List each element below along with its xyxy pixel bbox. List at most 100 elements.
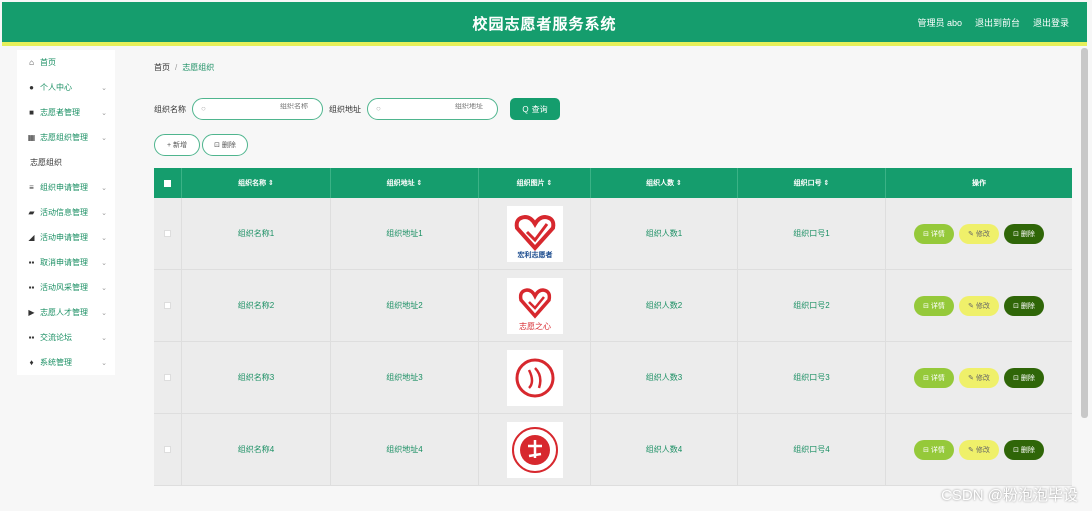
sidebar-item-system-mgmt[interactable]: ♦ 系统管理 ⌄ [17, 350, 115, 375]
sidebar-item-label: 取消申请管理 [40, 258, 88, 267]
app-title: 校园志愿者服务系统 [472, 15, 617, 33]
sidebar-item-label: 首页 [40, 58, 56, 67]
row-select-cell [154, 342, 182, 413]
sidebar-item-activity-info-mgmt[interactable]: ▰ 活动信息管理 ⌄ [17, 200, 115, 225]
logo-caption: 宏利志愿者 [517, 250, 552, 259]
sidebar-item-label: 交流论坛 [40, 333, 72, 342]
breadcrumb-home[interactable]: 首页 [154, 63, 170, 72]
edit-button[interactable]: ✎ 修改 [959, 439, 999, 460]
sidebar-item-talent-mgmt[interactable]: ▶ 志愿人才管理 ⌄ [17, 300, 115, 325]
query-button[interactable]: Q 查询 [510, 98, 560, 120]
bulk-delete-button[interactable]: ⊡ 删除 [202, 134, 248, 156]
sidebar-item-activity-apply-mgmt[interactable]: ◢ 活动申请管理 ⌄ [17, 225, 115, 250]
list-icon: ≡ [29, 183, 34, 192]
sidebar-subitem-volunteer-org[interactable]: 志愿组织 [17, 150, 115, 175]
cell-org-count: 组织人数1 [591, 198, 738, 269]
pin-icon: ♦ [29, 358, 34, 367]
user-icon: ● [29, 83, 34, 92]
cell-org-count: 组织人数3 [591, 342, 738, 413]
col-org-addr[interactable]: 组织地址 ⇕ [331, 168, 479, 198]
chevron-down-icon: ⌄ [101, 359, 107, 367]
sidebar-item-cancel-apply-mgmt[interactable]: ▪▪ 取消申请管理 ⌄ [17, 250, 115, 275]
logout-link[interactable]: 退出登录 [1033, 16, 1069, 29]
row-checkbox[interactable] [164, 446, 171, 453]
org-addr-input[interactable] [403, 103, 483, 110]
query-button-label: 查询 [531, 104, 548, 114]
delete-button[interactable]: ⊡ 删除 [1004, 439, 1044, 460]
cell-operations: ⊟ 详情 ✎ 修改 ⊡ 删除 [886, 270, 1072, 341]
col-org-image[interactable]: 组织图片 ⇕ [479, 168, 591, 198]
apps-icon: ▪▪ [28, 258, 35, 267]
detail-button[interactable]: ⊟ 详情 [914, 439, 954, 460]
sidebar-item-label: 活动风采管理 [40, 283, 88, 292]
chevron-down-icon: ⌄ [101, 184, 107, 192]
select-all-checkbox[interactable] [164, 179, 171, 187]
org-table: 组织名称 ⇕ 组织地址 ⇕ 组织图片 ⇕ 组织人数 ⇕ 组织口号 ⇕ 操作 组织… [154, 168, 1072, 486]
cell-operations: ⊟ 详情 ✎ 修改 ⊡ 删除 [886, 414, 1072, 485]
chevron-down-icon: ⌄ [101, 284, 107, 292]
col-org-count[interactable]: 组织人数 ⇕ [591, 168, 738, 198]
sidebar-item-label: 活动申请管理 [40, 233, 88, 242]
org-logo-image: 宏利志愿者 [506, 205, 563, 262]
hand-icon: ◢ [28, 233, 35, 242]
exit-to-front-link[interactable]: 退出到前台 [975, 16, 1020, 29]
cell-org-count: 组织人数2 [591, 270, 738, 341]
sidebar-item-forum[interactable]: ▪▪ 交流论坛 ⌄ [17, 325, 115, 350]
breadcrumb-current: 志愿组织 [182, 63, 215, 72]
add-button[interactable]: + 新增 [154, 134, 200, 156]
table-row: 组织名称2 组织地址2 志愿之心 组织人数2 组织口号2 ⊟ 详情 ✎ 修改 ⊡… [154, 270, 1072, 342]
breadcrumb: 首页 / 志愿组织 [154, 62, 214, 73]
sidebar-item-activity-style-mgmt[interactable]: ▪▪ 活动风采管理 ⌄ [17, 275, 115, 300]
row-checkbox[interactable] [164, 302, 171, 309]
home-icon: ⌂ [29, 58, 34, 67]
edit-button[interactable]: ✎ 修改 [959, 367, 999, 388]
table-actions: + 新增 ⊡ 删除 [154, 134, 248, 156]
delete-button[interactable]: ⊡ 删除 [1004, 223, 1044, 244]
header-accent-bar [2, 42, 1087, 46]
table-header: 组织名称 ⇕ 组织地址 ⇕ 组织图片 ⇕ 组织人数 ⇕ 组织口号 ⇕ 操作 [154, 168, 1072, 198]
cell-operations: ⊟ 详情 ✎ 修改 ⊡ 删除 [886, 198, 1072, 269]
delete-button[interactable]: ⊡ 删除 [1004, 367, 1044, 388]
org-name-label: 组织名称 [154, 104, 186, 114]
breadcrumb-separator: / [175, 63, 178, 72]
chevron-down-icon: ⌄ [101, 259, 107, 267]
sidebar-item-home[interactable]: ⌂ 首页 [17, 50, 115, 75]
col-org-slogan[interactable]: 组织口号 ⇕ [738, 168, 886, 198]
org-addr-field[interactable]: ○ [367, 98, 498, 120]
delete-button[interactable]: ⊡ 删除 [1004, 295, 1044, 316]
search-icon: ○ [201, 104, 206, 113]
select-all-cell [154, 168, 182, 198]
sidebar-item-org-apply-mgmt[interactable]: ≡ 组织申请管理 ⌄ [17, 175, 115, 200]
main-content: 首页 / 志愿组织 组织名称 ○ 组织地址 ○ Q查询 + 新增 ⊡ 删除 组织名称… [130, 50, 1080, 511]
chevron-down-icon: ⌄ [101, 209, 107, 217]
detail-button[interactable]: ⊟ 详情 [914, 295, 954, 316]
detail-button[interactable]: ⊟ 详情 [914, 367, 954, 388]
watermark: CSDN @粉泡泡毕设 [941, 487, 1078, 504]
sidebar-item-label: 个人中心 [40, 83, 72, 92]
edit-button[interactable]: ✎ 修改 [959, 223, 999, 244]
sidebar-item-volunteer-mgmt[interactable]: ■ 志愿者管理 ⌄ [17, 100, 115, 125]
col-operations: 操作 [972, 180, 986, 187]
org-logo-image [506, 349, 563, 406]
detail-button[interactable]: ⊟ 详情 [914, 223, 954, 244]
org-name-input[interactable] [228, 103, 308, 110]
sidebar-item-label: 组织申请管理 [40, 183, 88, 192]
cell-org-count: 组织人数4 [591, 414, 738, 485]
grid-icon: ▦ [27, 133, 36, 142]
cell-org-image: 志愿之心 [479, 270, 591, 341]
sidebar-item-org-mgmt[interactable]: ▦ 志愿组织管理 ⌄ [17, 125, 115, 150]
sidebar-item-personal-center[interactable]: ● 个人中心 ⌄ [17, 75, 115, 100]
cell-org-addr: 组织地址3 [331, 342, 479, 413]
seal-logo-icon [511, 426, 558, 473]
sidebar-item-label: 系统管理 [40, 358, 72, 367]
id-icon: ■ [29, 108, 34, 117]
row-checkbox[interactable] [164, 230, 171, 237]
logo-caption: 志愿之心 [519, 321, 551, 331]
org-name-field[interactable]: ○ [192, 98, 323, 120]
sidebar: ⌂ 首页 ● 个人中心 ⌄ ■ 志愿者管理 ⌄ ▦ 志愿组织管理 ⌄ 志愿组织 ≡ 组织申请管理… [17, 50, 115, 375]
page-scrollbar[interactable] [1081, 48, 1088, 418]
row-checkbox[interactable] [164, 374, 171, 381]
chevron-down-icon: ⌄ [101, 334, 107, 342]
col-org-name[interactable]: 组织名称 ⇕ [182, 168, 331, 198]
edit-button[interactable]: ✎ 修改 [959, 295, 999, 316]
